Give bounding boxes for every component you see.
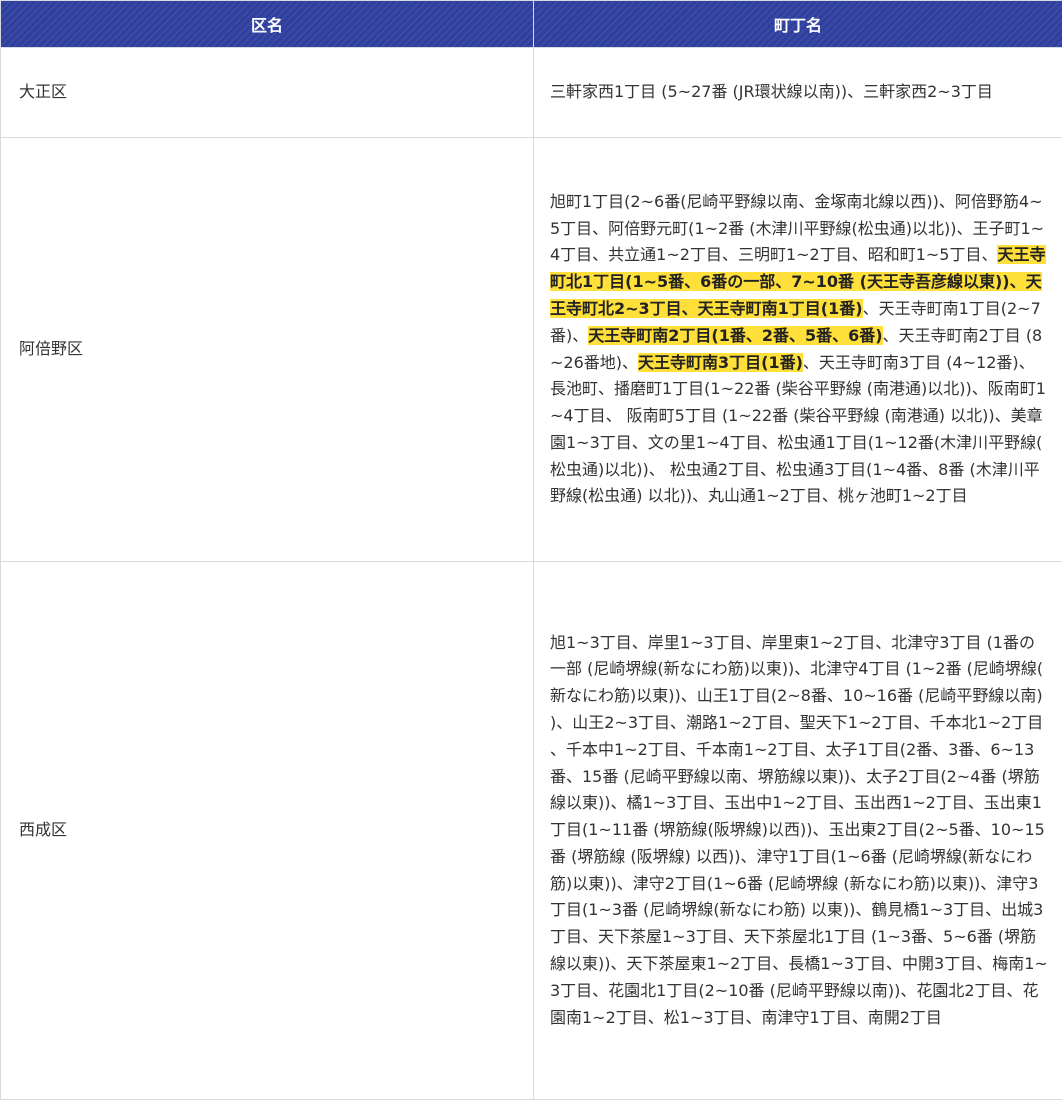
towns-text: 旭町1丁目(2~6番(尼崎平野線以南、金塚南北線以西))、阿倍野筋4~5丁目、阿…: [550, 192, 1044, 265]
towns-text: 三軒家西1丁目 (5~27番 (JR環状線以南))、三軒家西2~3丁目: [550, 82, 993, 101]
table-row: 西成区 旭1~3丁目、岸里1~3丁目、岸里東1~2丁目、北津守3丁目 (1番の一…: [1, 562, 1062, 1100]
towns-cell: 三軒家西1丁目 (5~27番 (JR環状線以南))、三軒家西2~3丁目: [534, 48, 1062, 138]
towns-cell: 旭1~3丁目、岸里1~3丁目、岸里東1~2丁目、北津守3丁目 (1番の一部 (尼…: [534, 562, 1062, 1100]
towns-cell: 旭町1丁目(2~6番(尼崎平野線以南、金塚南北線以西))、阿倍野筋4~5丁目、阿…: [534, 138, 1062, 562]
towns-text: 、天王寺町南3丁目 (4~12番)、長池町、播磨町1丁目(1~22番 (柴谷平野…: [550, 353, 1046, 506]
towns-text: 旭1~3丁目、岸里1~3丁目、岸里東1~2丁目、北津守3丁目 (1番の一部 (尼…: [550, 633, 1048, 1027]
table-row: 阿倍野区 旭町1丁目(2~6番(尼崎平野線以南、金塚南北線以西))、阿倍野筋4~…: [1, 138, 1062, 562]
ward-cell: 阿倍野区: [1, 138, 534, 562]
highlighted-towns-text: 天王寺町南3丁目(1番): [638, 353, 803, 372]
header-town-name: 町丁名: [534, 1, 1062, 48]
ward-town-table: 区名 町丁名 大正区 三軒家西1丁目 (5~27番 (JR環状線以南))、三軒家…: [0, 0, 1062, 1100]
header-ward-name: 区名: [1, 1, 534, 48]
table-row: 大正区 三軒家西1丁目 (5~27番 (JR環状線以南))、三軒家西2~3丁目: [1, 48, 1062, 138]
highlighted-towns-text: 天王寺町南2丁目(1番、2番、5番、6番): [588, 326, 882, 345]
table-header: 区名 町丁名: [1, 1, 1062, 48]
ward-cell: 大正区: [1, 48, 534, 138]
ward-cell: 西成区: [1, 562, 534, 1100]
